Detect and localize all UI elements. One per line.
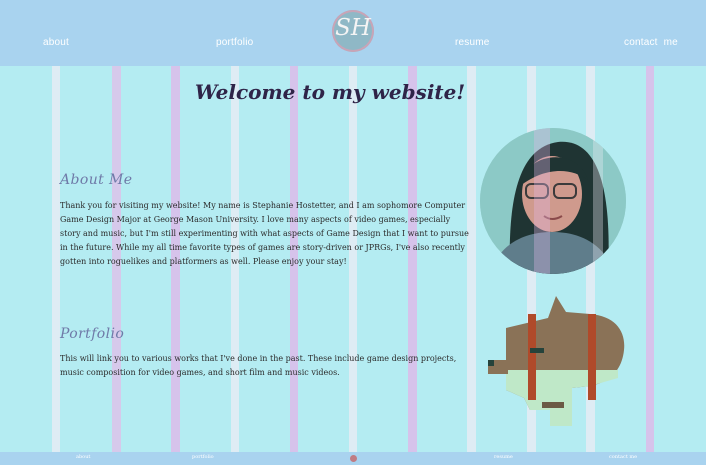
profile-photo-illustration bbox=[480, 128, 626, 274]
footer-about-link[interactable]: about bbox=[76, 454, 90, 460]
nav-resume-link[interactable]: resume bbox=[455, 37, 490, 48]
top-nav: about portfolio SH resume contact me bbox=[0, 0, 706, 66]
logo-monogram: SH bbox=[335, 15, 371, 41]
footer-nav: about portfolio resume contact me bbox=[0, 452, 706, 465]
nav-portfolio-link[interactable]: portfolio bbox=[216, 37, 253, 48]
about-heading: About Me bbox=[60, 172, 133, 188]
footer-logo-icon[interactable] bbox=[350, 455, 357, 462]
footer-portfolio-link[interactable]: portfolio bbox=[192, 454, 214, 460]
pixel-shiba-dog-icon bbox=[488, 296, 625, 426]
footer-contact-link[interactable]: contact me bbox=[609, 454, 637, 460]
logo[interactable]: SH bbox=[332, 10, 374, 52]
stripe-1 bbox=[52, 0, 60, 465]
profile-photo bbox=[480, 128, 626, 274]
nav-contact-link[interactable]: contact me bbox=[624, 37, 678, 48]
stripe-11 bbox=[646, 0, 654, 465]
portfolio-paragraph: This will link you to various works that… bbox=[60, 354, 457, 377]
about-paragraph: Thank you for visiting my website! My na… bbox=[60, 201, 469, 266]
footer-resume-link[interactable]: resume bbox=[494, 454, 513, 460]
page-title: Welcome to my website! bbox=[194, 80, 466, 104]
nav-about-link[interactable]: about bbox=[43, 37, 69, 48]
portfolio-heading: Portfolio bbox=[60, 326, 125, 342]
